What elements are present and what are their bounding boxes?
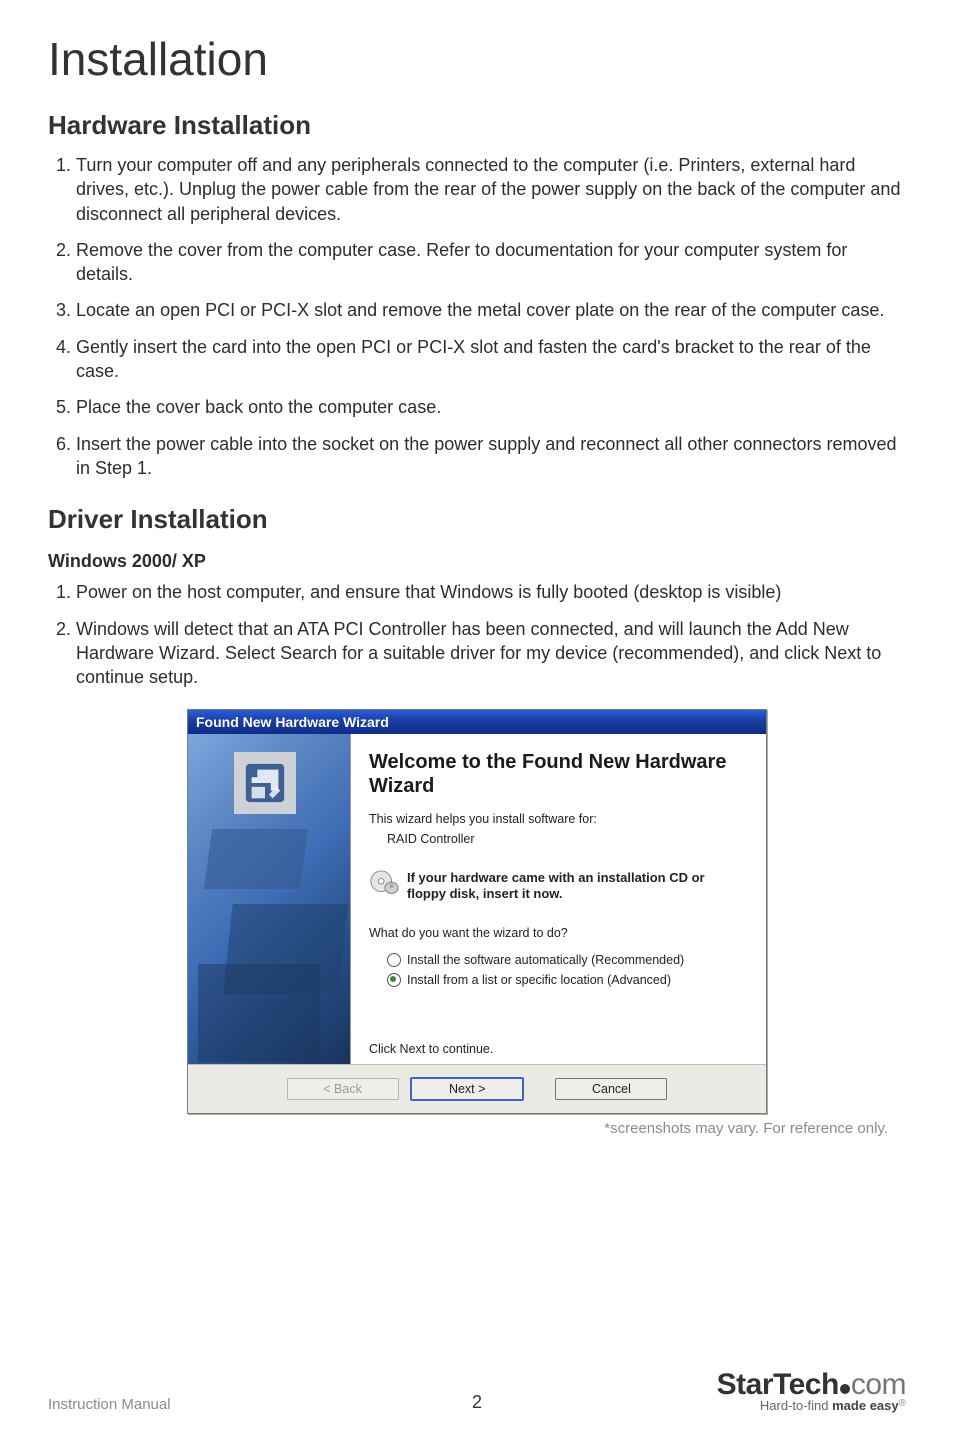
startech-logo: StarTech com [717,1371,906,1398]
wizard-option-label: Install the software automatically (Reco… [407,953,684,967]
next-button[interactable]: Next > [410,1077,524,1101]
wizard-button-bar: < Back Next > Cancel [188,1064,766,1113]
wizard-heading: Welcome to the Found New Hardware Wizard [369,750,746,798]
list-item: Place the cover back onto the computer c… [76,395,906,419]
wizard-question: What do you want the wizard to do? [369,926,746,940]
logo-suffix: com [851,1368,906,1401]
list-item: Power on the host computer, and ensure t… [76,580,906,604]
back-button: < Back [287,1078,399,1100]
section-hardware-title: Hardware Installation [48,110,906,141]
wizard-option-list[interactable]: Install from a list or specific location… [387,970,746,990]
wizard-device-name: RAID Controller [387,832,746,846]
cancel-button[interactable]: Cancel [555,1078,667,1100]
page-title: Installation [48,32,906,86]
logo-main: StarTech [717,1368,839,1401]
radio-selected-icon [387,973,401,987]
wizard-info-text: If your hardware came with an installati… [407,870,746,901]
list-item: Locate an open PCI or PCI-X slot and rem… [76,298,906,322]
list-item: Turn your computer off and any periphera… [76,153,906,226]
found-new-hardware-wizard: Found New Hardware Wizard Welcome to the… [187,709,767,1114]
list-item: Gently insert the card into the open PCI… [76,335,906,384]
screenshot-note: *screenshots may vary. For reference onl… [48,1120,888,1137]
wizard-subtext: This wizard helps you install software f… [369,812,746,826]
wizard-option-label: Install from a list or specific location… [407,973,671,987]
wizard-titlebar: Found New Hardware Wizard [188,710,766,734]
wizard-sidebar-graphic [188,734,351,1064]
wizard-click-next: Click Next to continue. [369,1042,493,1056]
driver-steps-list: Power on the host computer, and ensure t… [48,580,906,689]
list-item: Windows will detect that an ATA PCI Cont… [76,617,906,690]
logo-dot-icon [840,1384,850,1394]
os-subheading: Windows 2000/ XP [48,551,906,572]
radio-unselected-icon [387,953,401,967]
cd-icon [369,870,399,894]
list-item: Insert the power cable into the socket o… [76,432,906,481]
hardware-steps-list: Turn your computer off and any periphera… [48,153,906,480]
section-driver-title: Driver Installation [48,504,906,535]
list-item: Remove the cover from the computer case.… [76,238,906,287]
wizard-option-auto[interactable]: Install the software automatically (Reco… [387,950,746,970]
device-icon [234,752,296,814]
